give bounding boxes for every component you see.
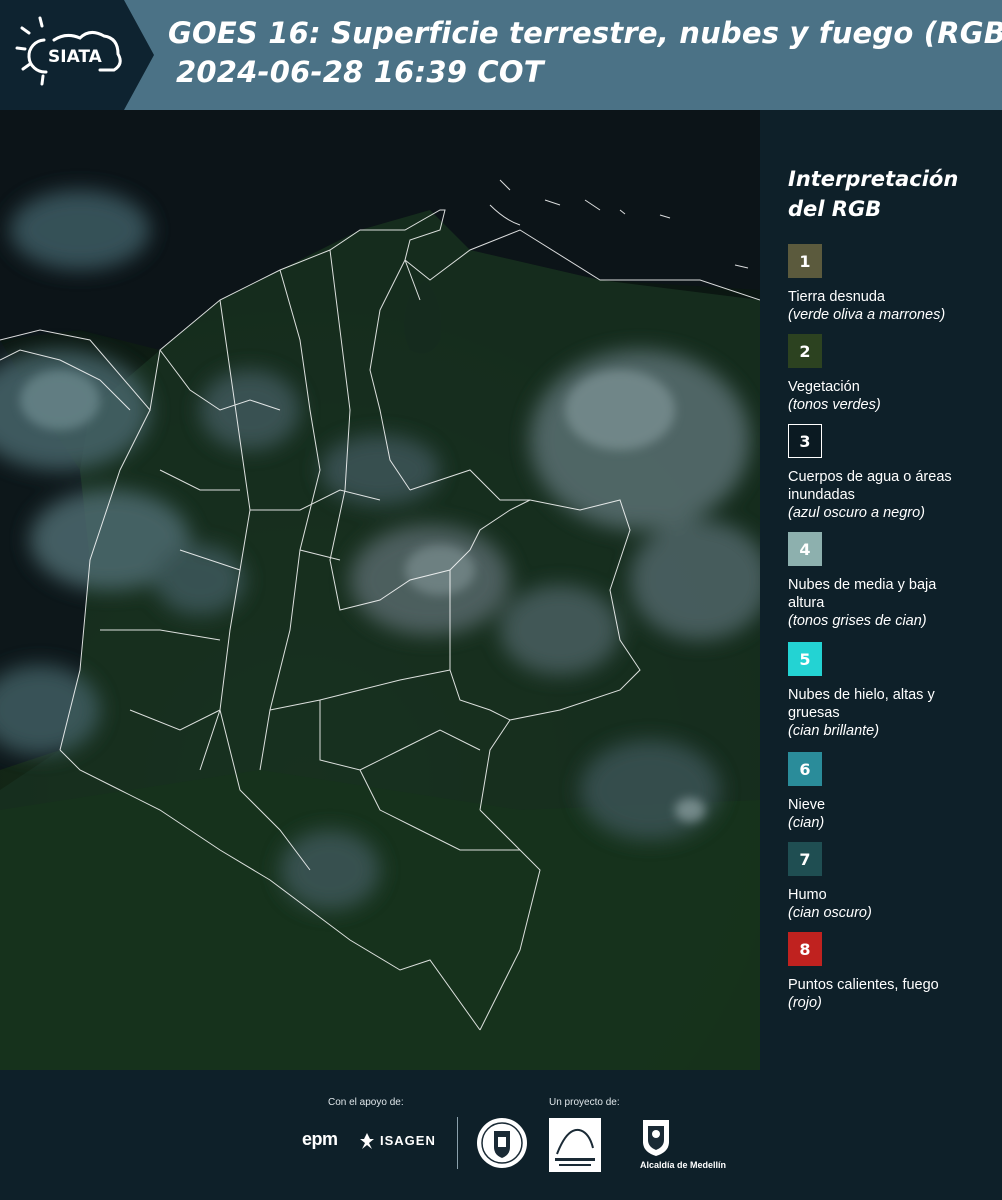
legend-item-sub: (cian oscuro) <box>788 905 872 921</box>
legend-item-5: 5 Nubes de hielo, altas y gruesas (cian … <box>788 642 998 740</box>
legend-swatch: 6 <box>788 752 822 786</box>
isagen-logo: ISAGEN <box>380 1133 436 1148</box>
legend-title-line1: Interpretación <box>788 167 959 191</box>
medellin-shield-icon <box>643 1120 669 1156</box>
footer: Con el apoyo de: Un proyecto de: epm ISA… <box>0 1070 1002 1200</box>
legend-item-label: Puntos calientes, fuego <box>788 977 939 993</box>
legend-item-8: 8 Puntos calientes, fuego (rojo) <box>788 932 998 1012</box>
legend-item-6: 6 Nieve (cian) <box>788 752 998 832</box>
legend-panel: Interpretación del RGB 1 Tierra desnuda … <box>760 110 1002 1070</box>
isagen-logo-icon <box>360 1133 374 1149</box>
legend-item-sub: (azul oscuro a negro) <box>788 505 926 521</box>
siata-logo-text: SIATA <box>48 47 103 67</box>
legend-title-line2: del RGB <box>788 197 882 221</box>
legend-item-sub: (tonos verdes) <box>788 397 881 413</box>
legend-item-label: Humo <box>788 887 827 903</box>
footer-divider <box>457 1117 458 1169</box>
legend-item-sub: (rojo) <box>788 995 822 1011</box>
epm-logo: epm <box>302 1129 338 1149</box>
support-label: Con el apoyo de: <box>328 1097 404 1108</box>
legend-swatch: 4 <box>788 532 822 566</box>
legend-item-label: Nieve <box>788 797 826 813</box>
legend-item-3: 3 Cuerpos de agua o áreas inundadas (azu… <box>788 424 998 522</box>
alcaldia-medellin-label: Alcaldía de Medellín <box>640 1160 727 1170</box>
legend-item-4: 4 Nubes de media y baja altura (tonos gr… <box>788 532 998 630</box>
legend-item-label: Cuerpos de agua o áreas inundadas <box>788 469 952 503</box>
legend-item-sub: (verde oliva a marrones) <box>788 307 946 323</box>
area-metropolitana-logo <box>549 1118 601 1172</box>
legend-item-7: 7 Humo (cian oscuro) <box>788 842 998 922</box>
header: SIATA GOES 16: Superficie terrestre, nub… <box>0 0 1002 110</box>
legend-item-label: Vegetación <box>788 379 860 395</box>
legend-swatch: 5 <box>788 642 822 676</box>
legend-swatch: 1 <box>788 244 822 278</box>
page-title: GOES 16: Superficie terrestre, nubes y f… <box>168 16 1002 50</box>
legend-title: Interpretación del RGB <box>788 164 988 224</box>
legend-item-1: 1 Tierra desnuda (verde oliva a marrones… <box>788 244 998 324</box>
legend-swatch: 3 <box>788 424 822 458</box>
legend-swatch: 2 <box>788 334 822 368</box>
page-timestamp: 2024-06-28 16:39 COT <box>176 55 544 89</box>
legend-item-label: Nubes de hielo, altas y gruesas <box>788 687 935 721</box>
legend-swatch: 8 <box>788 932 822 966</box>
legend-swatch: 7 <box>788 842 822 876</box>
project-label: Un proyecto de: <box>549 1097 620 1108</box>
legend-item-2: 2 Vegetación (tonos verdes) <box>788 334 998 414</box>
legend-item-sub: (cian brillante) <box>788 723 880 739</box>
legend-item-sub: (tonos grises de cian) <box>788 613 927 629</box>
government-seal-icon <box>477 1118 527 1168</box>
siata-logo: SIATA <box>15 16 122 86</box>
legend-item-sub: (cian) <box>788 815 825 831</box>
legend-item-label: Nubes de media y baja altura <box>788 577 937 611</box>
legend-item-label: Tierra desnuda <box>788 289 885 305</box>
satellite-imagery <box>0 110 760 1070</box>
satellite-map <box>0 110 760 1070</box>
